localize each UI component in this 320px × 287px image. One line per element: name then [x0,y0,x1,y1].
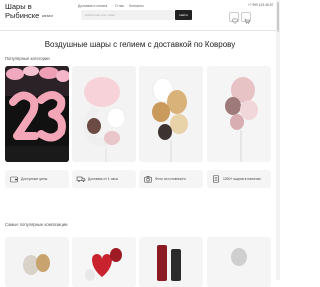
nav-link-delivery[interactable]: Доставка и оплата [78,4,107,8]
search-input[interactable]: Найти шар или товар [81,10,174,20]
category-card-pastel-balloons[interactable] [207,66,271,162]
nav-link-contacts[interactable]: Контакты [129,4,144,8]
products-heading: Самые популярные композиции [5,222,68,227]
site-logo[interactable]: Шары в Рыбинске [5,2,45,20]
gold-balloons-image [139,66,203,162]
feature-label: Доступные цены [21,177,48,181]
feature-stock: 1000+ шаров в наличии [207,170,271,188]
page-title: Воздушные шары с гелием с доставкой по К… [44,40,236,49]
scrollbar-thumb[interactable] [277,2,279,32]
feature-label: Фото по готовности [155,177,186,181]
catalog-link[interactable]: каталог [42,14,53,18]
category-card-gold-balloons[interactable] [139,66,203,162]
heart-icon[interactable] [229,12,239,24]
search-button[interactable]: Найти [175,10,192,20]
phone-number[interactable]: +7 999 123-45-67 [248,3,273,7]
feature-affordable-prices: Доступные цены [5,170,69,188]
number-balloons-image [5,66,69,162]
balloon-bouquet-image [72,66,136,162]
catalog-icon [213,175,219,183]
feature-label: 1000+ шаров в наличии [223,177,261,181]
feature-photo-ready: Фото по готовности [139,170,203,188]
categories-heading: Популярные категории [5,56,50,61]
cart-icon[interactable] [241,12,251,24]
header-divider [0,30,280,31]
pastel-balloons-image [207,66,271,162]
category-card-balloon-bouquets[interactable] [72,66,136,162]
camera-icon [144,176,152,183]
feature-fast-delivery: Доставка от 1 часа [72,170,136,188]
nav-link-about[interactable]: О нас [115,4,124,8]
category-card-number-balloons[interactable] [5,66,69,162]
delivery-truck-icon [76,176,86,182]
feature-label: Доставка от 1 часа [88,177,118,181]
wallet-icon [10,176,18,183]
